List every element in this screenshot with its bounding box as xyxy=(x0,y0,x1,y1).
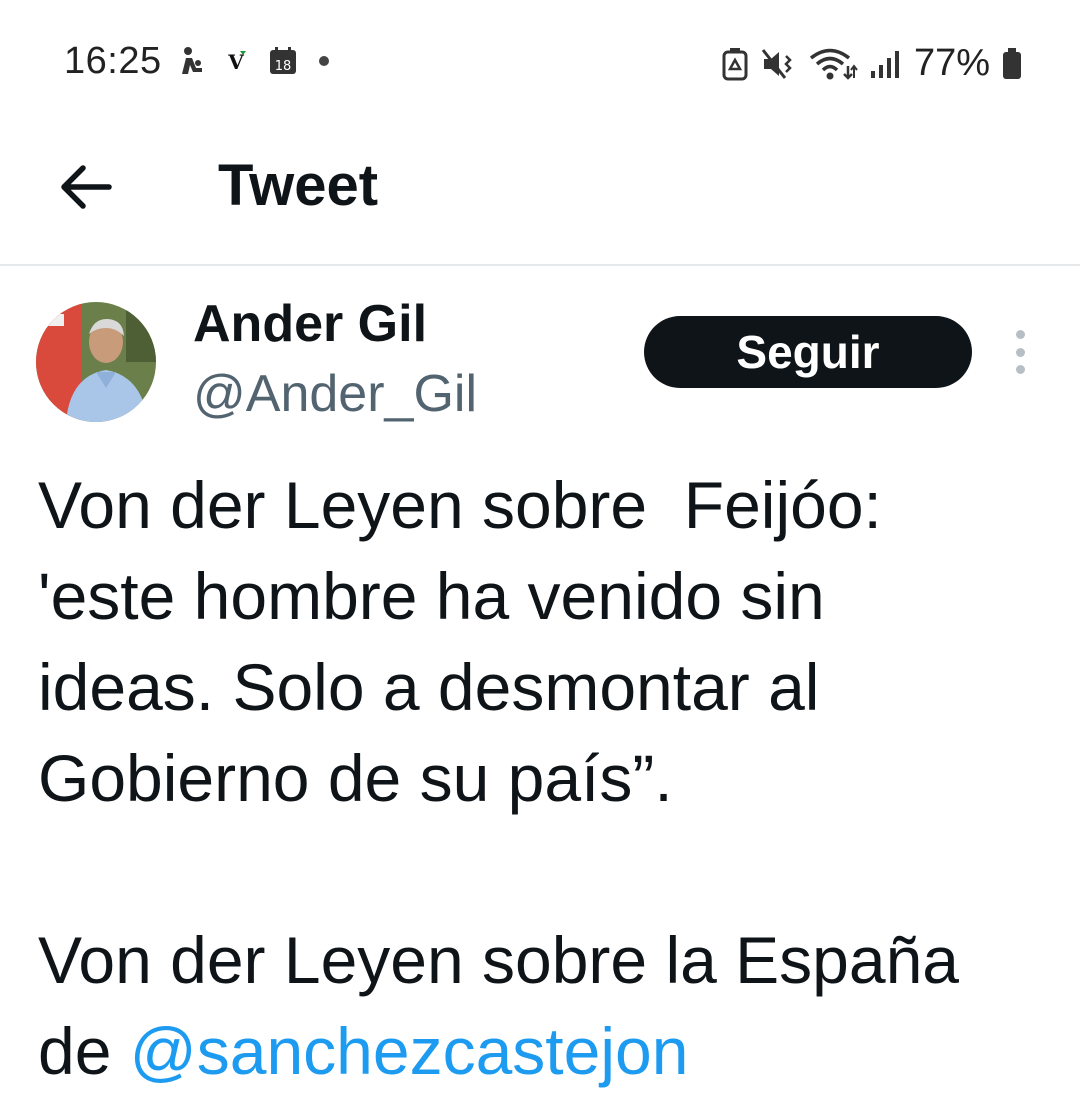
battery-icon xyxy=(1002,47,1022,80)
status-bar: 16:25 V 18 77% xyxy=(0,0,1080,120)
avatar[interactable] xyxy=(36,302,156,422)
mention-link[interactable]: @sanchezcastejon xyxy=(130,1014,689,1088)
status-notification-icons: V 18 xyxy=(176,46,330,76)
more-dot-icon xyxy=(1015,330,1025,339)
follow-button[interactable]: Seguir xyxy=(644,316,972,388)
status-system-icons: 77% xyxy=(722,42,1022,85)
status-time: 16:25 xyxy=(64,40,162,82)
tweet-spacer xyxy=(38,824,1048,915)
vibrate-mute-icon xyxy=(760,47,796,81)
recycle-battery-icon xyxy=(722,47,748,81)
battery-percent: 77% xyxy=(913,42,990,84)
tweet-paragraph: Von der Leyen sobre la España de @sanche… xyxy=(38,915,1048,1097)
tweet-header: Tweet xyxy=(0,120,1080,266)
more-options-button[interactable] xyxy=(1004,330,1036,374)
more-dot-icon xyxy=(1015,365,1025,374)
more-dot-icon xyxy=(1015,347,1025,357)
svg-text:V: V xyxy=(227,50,244,73)
notification-dot-icon xyxy=(318,55,330,67)
tweet-paragraph: Von der Leyen sobre Feijóo: 'este hombre… xyxy=(38,468,882,815)
page-title: Tweet xyxy=(218,153,379,218)
calendar-icon: 18 xyxy=(268,46,298,76)
author-handle[interactable]: @Ander_Gil xyxy=(193,364,477,424)
mom-and-baby-icon xyxy=(176,46,204,76)
tweet-text: Von der Leyen sobre Feijóo: 'este hombre… xyxy=(38,460,1048,1097)
signal-icon xyxy=(870,49,902,79)
svg-text:18: 18 xyxy=(275,59,292,74)
back-arrow-icon xyxy=(61,165,112,209)
wifi-icon xyxy=(808,47,858,81)
vpn-v-icon: V xyxy=(224,49,248,73)
author-name[interactable]: Ander Gil xyxy=(193,294,427,354)
back-button[interactable] xyxy=(52,154,118,220)
